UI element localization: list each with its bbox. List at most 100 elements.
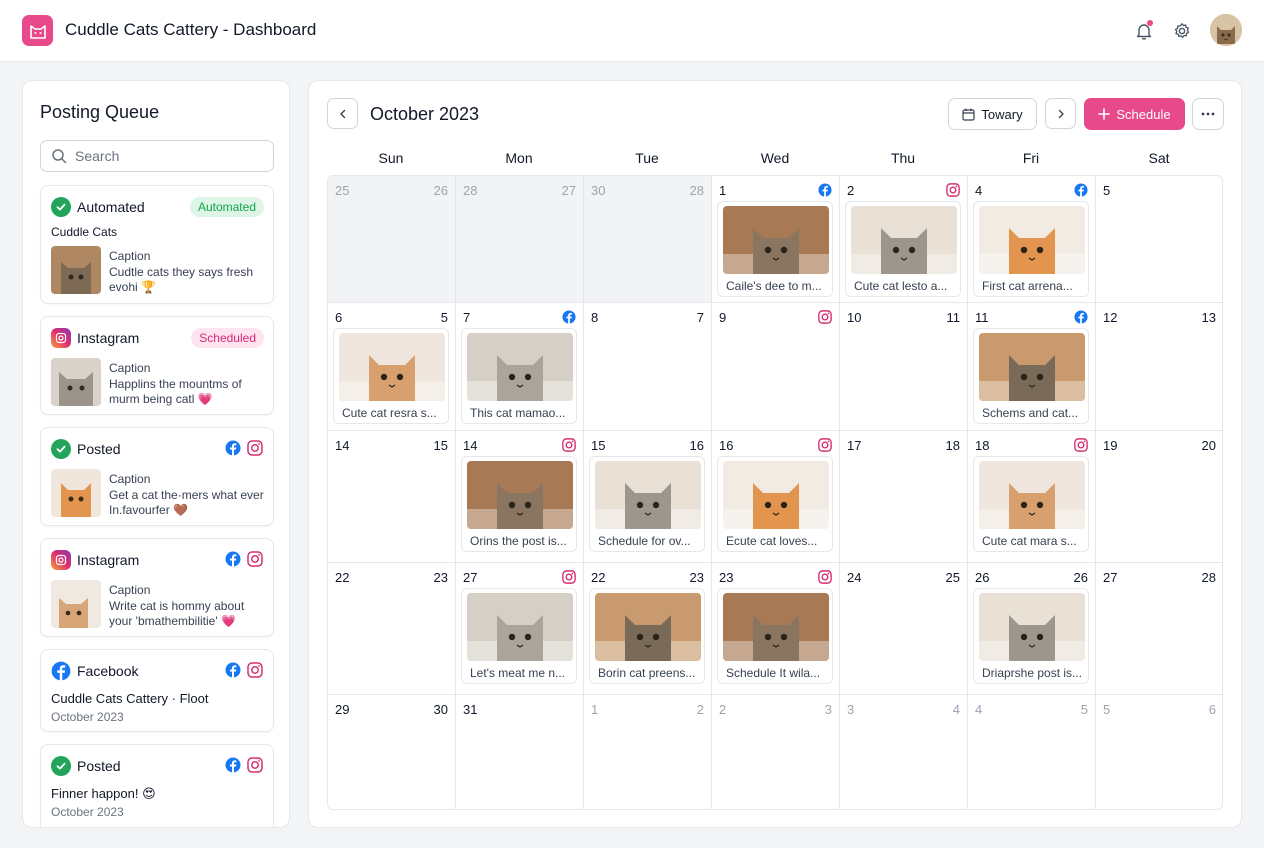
queue-card-facebook[interactable]: Facebook Cuddle Cats Cattery · Floot Oct… xyxy=(40,649,274,732)
queue-card-instagram[interactable]: Instagram Caption Write cat is hommy abo… xyxy=(40,538,274,637)
calendar-day-cell[interactable]: 14 Orins the post is... xyxy=(456,431,584,563)
calendar-day-cell[interactable]: 4 First cat arrena... xyxy=(968,176,1096,303)
calendar-day-cell[interactable]: 28 27 xyxy=(456,176,584,303)
more-icon xyxy=(1201,112,1215,116)
scheduled-post-card[interactable]: Driaprshe post is... xyxy=(973,588,1089,684)
calendar-day-cell[interactable]: 34 xyxy=(840,695,968,809)
calendar-day-cell[interactable]: 25 26 xyxy=(328,176,456,303)
prev-month-button[interactable] xyxy=(327,98,358,129)
weekday-wed: Wed xyxy=(760,150,790,166)
card-header: Facebook xyxy=(51,661,138,681)
post-image xyxy=(851,206,957,274)
calendar-day-cell[interactable]: 87 xyxy=(584,303,712,431)
post-caption: Let's meat me n... xyxy=(470,666,565,680)
calendar-day-cell[interactable]: 5 xyxy=(1096,176,1222,303)
scheduled-post-card[interactable]: Cute cat lesto a... xyxy=(845,201,961,297)
calendar-day-cell[interactable]: 22 23 Borin cat preens... xyxy=(584,563,712,695)
post-caption: First cat arrena... xyxy=(982,279,1073,293)
facebook-icon xyxy=(1074,183,1088,197)
calendar-day-cell[interactable]: 45 xyxy=(968,695,1096,809)
day-number: 11 xyxy=(975,310,989,325)
instagram-icon xyxy=(946,183,960,197)
scheduled-post-card[interactable]: This cat mamao... xyxy=(461,328,577,424)
scheduled-post-card[interactable]: Cute cat mara s... xyxy=(973,456,1089,552)
search-box[interactable] xyxy=(40,140,274,172)
more-options-button[interactable] xyxy=(1192,98,1224,130)
calendar-day-cell[interactable]: 10 11 xyxy=(840,303,968,431)
day-number-secondary: 28 xyxy=(1201,570,1216,585)
post-caption: Borin cat preens... xyxy=(598,666,696,680)
day-number: 19 xyxy=(1103,438,1118,453)
scheduled-post-card[interactable]: First cat arrena... xyxy=(973,201,1089,297)
day-number: 22 xyxy=(591,570,606,585)
day-number-secondary: 23 xyxy=(689,570,704,585)
calendar-day-cell[interactable]: 2 Cute cat lesto a... xyxy=(840,176,968,303)
facebook-icon xyxy=(818,183,832,197)
post-image xyxy=(595,593,701,661)
scheduled-post-card[interactable]: Schedule It wila... xyxy=(717,588,833,684)
gear-icon[interactable] xyxy=(1171,20,1193,42)
card-header: Instagram xyxy=(51,550,139,570)
day-number: 29 xyxy=(335,702,350,717)
calendar-day-cell[interactable]: 18 Cute cat mara s... xyxy=(968,431,1096,563)
schedule-button[interactable]: Schedule xyxy=(1084,98,1185,130)
bell-icon[interactable] xyxy=(1133,20,1155,42)
calendar-day-cell[interactable]: 12 13 xyxy=(1096,303,1222,431)
calendar-day-cell[interactable]: 30 28 xyxy=(584,176,712,303)
posting-queue-title: Posting Queue xyxy=(40,102,160,122)
cat-logo-icon[interactable] xyxy=(22,15,53,46)
post-caption: Cute cat mara s... xyxy=(982,534,1077,548)
weekday-tue: Tue xyxy=(635,150,659,166)
today-button[interactable]: Towary xyxy=(948,98,1037,130)
calendar-day-cell[interactable]: 19 20 xyxy=(1096,431,1222,563)
calendar-day-cell[interactable]: 56 xyxy=(1096,695,1222,809)
calendar-day-cell[interactable]: 26 26 Driaprshe post is... xyxy=(968,563,1096,695)
scheduled-post-card[interactable]: Let's meat me n... xyxy=(461,588,577,684)
scheduled-post-card[interactable]: Ecute cat loves... xyxy=(717,456,833,552)
calendar-day-cell[interactable]: 23 xyxy=(712,695,840,809)
calendar-day-cell[interactable]: 23 Schedule It wila... xyxy=(712,563,840,695)
user-avatar[interactable] xyxy=(1210,14,1242,46)
next-month-button[interactable] xyxy=(1045,98,1076,129)
day-number: 5 xyxy=(1103,183,1111,198)
scheduled-post-card[interactable]: Schems and cat... xyxy=(973,328,1089,424)
day-number: 10 xyxy=(847,310,862,325)
calendar-day-cell[interactable]: 24 25 xyxy=(840,563,968,695)
scheduled-post-card[interactable]: Caile's dee to m... xyxy=(717,201,833,297)
queue-card-posted-2[interactable]: Posted Finner happon! 😍 October 2023 xyxy=(40,744,274,827)
caption-label: Caption xyxy=(109,472,151,486)
scheduled-post-card[interactable]: Cute cat resra s... xyxy=(333,328,449,424)
calendar-grid: 25 26 28 27 30 28 1 Caile's dee to m... 2 Cute ca… xyxy=(327,175,1223,810)
scheduled-post-card[interactable]: Orins the post is... xyxy=(461,456,577,552)
calendar-day-cell[interactable]: 29 30 xyxy=(328,695,456,809)
post-caption: Schedule for ov... xyxy=(598,534,691,548)
calendar-day-cell[interactable]: 14 15 xyxy=(328,431,456,563)
calendar-day-cell[interactable]: 27 Let's meat me n... xyxy=(456,563,584,695)
post-thumbnail xyxy=(51,358,101,406)
day-number: 24 xyxy=(847,570,862,585)
calendar-day-cell[interactable]: 31 xyxy=(456,695,584,809)
calendar-day-cell[interactable]: 22 23 xyxy=(328,563,456,695)
instagram-icon xyxy=(247,757,263,773)
calendar-day-cell[interactable]: 1 Caile's dee to m... xyxy=(712,176,840,303)
queue-card-posted[interactable]: Posted Caption Get a cat the·mers what e… xyxy=(40,427,274,526)
scheduled-post-card[interactable]: Borin cat preens... xyxy=(589,588,705,684)
calendar-day-cell[interactable]: 12 xyxy=(584,695,712,809)
search-input[interactable] xyxy=(75,148,265,164)
calendar-day-cell[interactable]: 15 16 Schedule for ov... xyxy=(584,431,712,563)
card-status: Posted xyxy=(77,758,121,774)
day-number: 22 xyxy=(335,570,350,585)
day-number-secondary: 18 xyxy=(945,438,960,453)
calendar-day-cell[interactable]: 16 Ecute cat loves... xyxy=(712,431,840,563)
calendar-day-cell[interactable]: 6 5 Cute cat resra s... xyxy=(328,303,456,431)
check-icon xyxy=(51,197,71,217)
calendar-day-cell[interactable]: 7 This cat mamao... xyxy=(456,303,584,431)
calendar-day-cell[interactable]: 9 xyxy=(712,303,840,431)
post-thumbnail xyxy=(51,580,101,628)
queue-card-automated[interactable]: Automated Automated Cuddle Cats Caption … xyxy=(40,185,274,304)
calendar-day-cell[interactable]: 17 18 xyxy=(840,431,968,563)
scheduled-post-card[interactable]: Schedule for ov... xyxy=(589,456,705,552)
queue-card-instagram-scheduled[interactable]: Instagram Scheduled Caption Happlins the… xyxy=(40,316,274,415)
calendar-day-cell[interactable]: 27 28 xyxy=(1096,563,1222,695)
calendar-day-cell[interactable]: 11 Schems and cat... xyxy=(968,303,1096,431)
